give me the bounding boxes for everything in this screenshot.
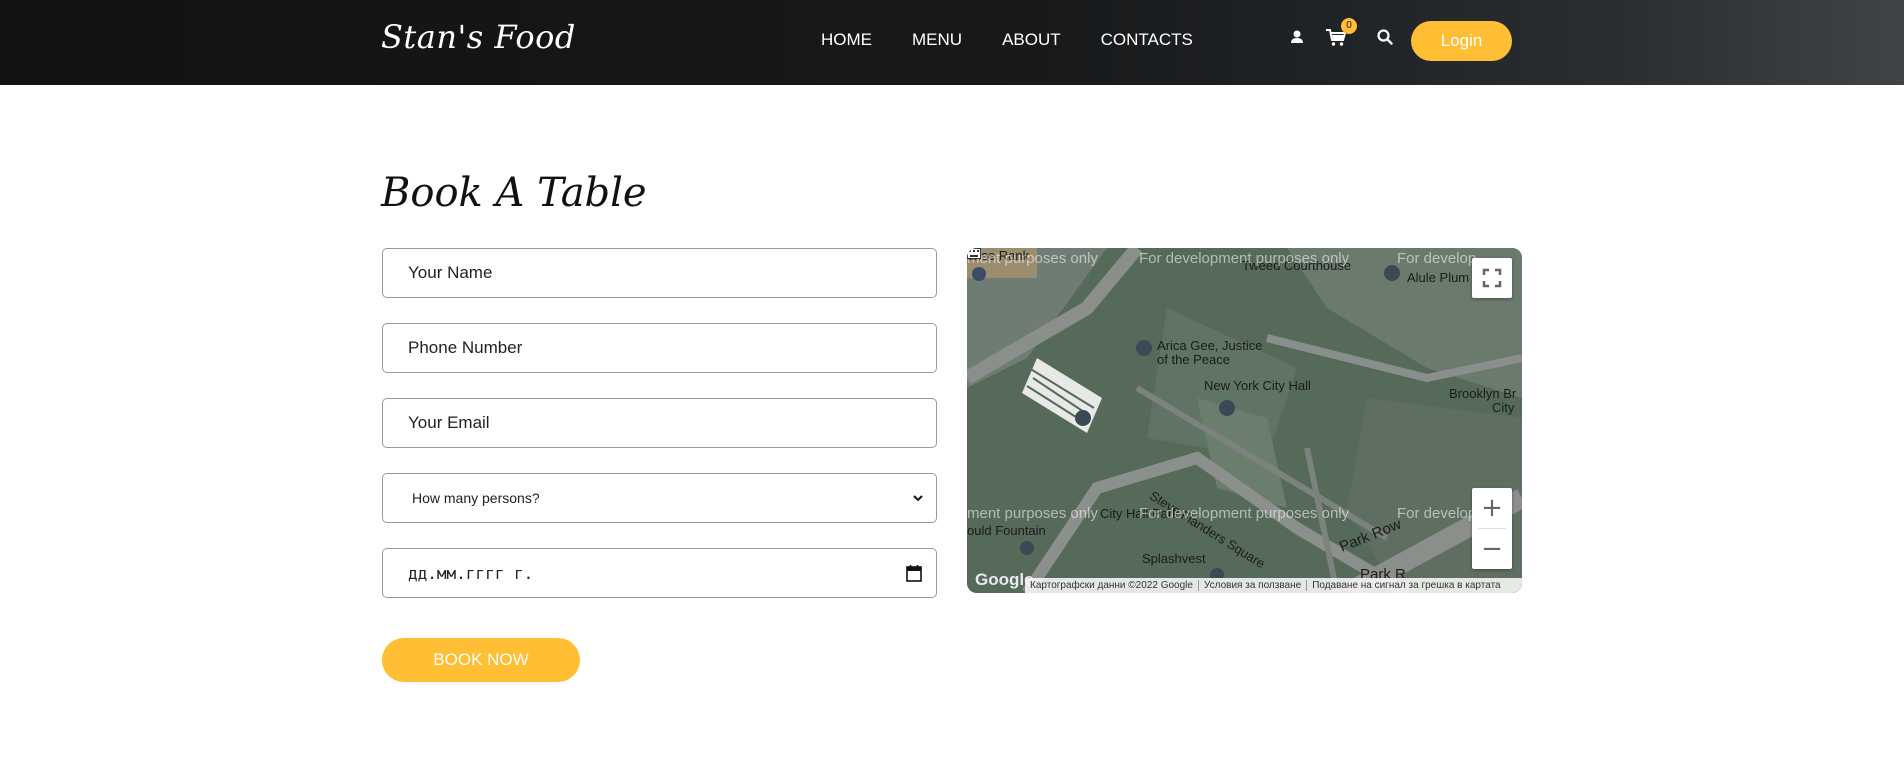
- fullscreen-icon: [1482, 268, 1502, 288]
- calendar-icon[interactable]: [906, 564, 922, 582]
- dev-watermark-left-top: ment purposes only: [967, 250, 1098, 267]
- search-icon[interactable]: [1374, 26, 1396, 48]
- chevron-down-icon: [913, 495, 923, 502]
- map-label-poi1b: of the Peace: [1157, 352, 1230, 367]
- map-label-poi3b: City: [1492, 400, 1515, 415]
- page-title: Book A Table: [381, 170, 647, 216]
- nav-about[interactable]: ABOUT: [1002, 30, 1061, 50]
- brand-logo[interactable]: Stan's Food: [381, 18, 576, 56]
- email-placeholder: Your Email: [408, 413, 490, 432]
- map-data-credit: Картографски данни ©2022 Google: [1025, 580, 1199, 591]
- nav-home[interactable]: HOME: [821, 30, 872, 50]
- cart-count-badge: 0: [1341, 18, 1357, 34]
- map-report-link[interactable]: Подаване на сигнал за грешка в картата: [1307, 580, 1505, 591]
- map-label-poi1: Arica Gee, Justice: [1157, 338, 1263, 353]
- zoom-out-button[interactable]: −: [1472, 529, 1512, 569]
- login-button[interactable]: Login: [1411, 21, 1512, 61]
- map-attribution-bar: Картографски данни ©2022 Google Условия …: [1025, 578, 1522, 593]
- map-embed[interactable]: arise Rank Arica Gee, Justice of the Pea…: [967, 248, 1522, 593]
- nav-menu[interactable]: MENU: [912, 30, 962, 50]
- map-label-poi2: New York City Hall: [1204, 378, 1311, 393]
- dev-watermark-left-bottom: ment purposes only: [967, 505, 1098, 522]
- main-nav: HOME MENU ABOUT CONTACTS: [821, 30, 1233, 50]
- persons-selected-value: How many persons?: [412, 490, 540, 506]
- map-terms-link[interactable]: Условия за ползване: [1199, 580, 1308, 591]
- map-label-poi8: Splashvest: [1142, 551, 1206, 566]
- map-canvas: [967, 248, 1522, 593]
- map-label-poi11: ould Fountain: [967, 523, 1046, 538]
- site-header: Stan's Food HOME MENU ABOUT CONTACTS 0 L…: [0, 0, 1904, 85]
- dev-watermark-right-top: For develop: [1397, 250, 1477, 267]
- user-icon[interactable]: [1286, 26, 1308, 48]
- header-icons: 0: [1286, 18, 1396, 48]
- email-input[interactable]: Your Email: [382, 398, 937, 448]
- keyboard-icon[interactable]: [967, 248, 981, 259]
- nav-contacts[interactable]: CONTACTS: [1101, 30, 1193, 50]
- date-input[interactable]: дд.мм.гггг г.: [382, 548, 937, 598]
- book-now-button[interactable]: BOOK NOW: [382, 638, 580, 682]
- phone-input[interactable]: Phone Number: [382, 323, 937, 373]
- persons-select[interactable]: How many persons?: [382, 473, 937, 523]
- zoom-control: + −: [1472, 488, 1512, 569]
- fullscreen-button[interactable]: [1472, 258, 1512, 298]
- dev-watermark-center-top: For development purposes only: [1139, 250, 1350, 267]
- cart-icon[interactable]: 0: [1324, 18, 1357, 48]
- phone-placeholder: Phone Number: [408, 338, 523, 357]
- date-placeholder: дд.мм.гггг г.: [408, 564, 534, 583]
- map-label-poi3: Brooklyn Br: [1449, 386, 1517, 401]
- zoom-in-button[interactable]: +: [1472, 488, 1512, 528]
- name-input[interactable]: Your Name: [382, 248, 937, 298]
- dev-watermark-right-bottom: For develop: [1397, 505, 1477, 522]
- map-label-poi4: Alule Plum: [1407, 270, 1470, 285]
- name-placeholder: Your Name: [408, 263, 493, 282]
- dev-watermark-center-bottom: For development purposes only: [1139, 505, 1350, 522]
